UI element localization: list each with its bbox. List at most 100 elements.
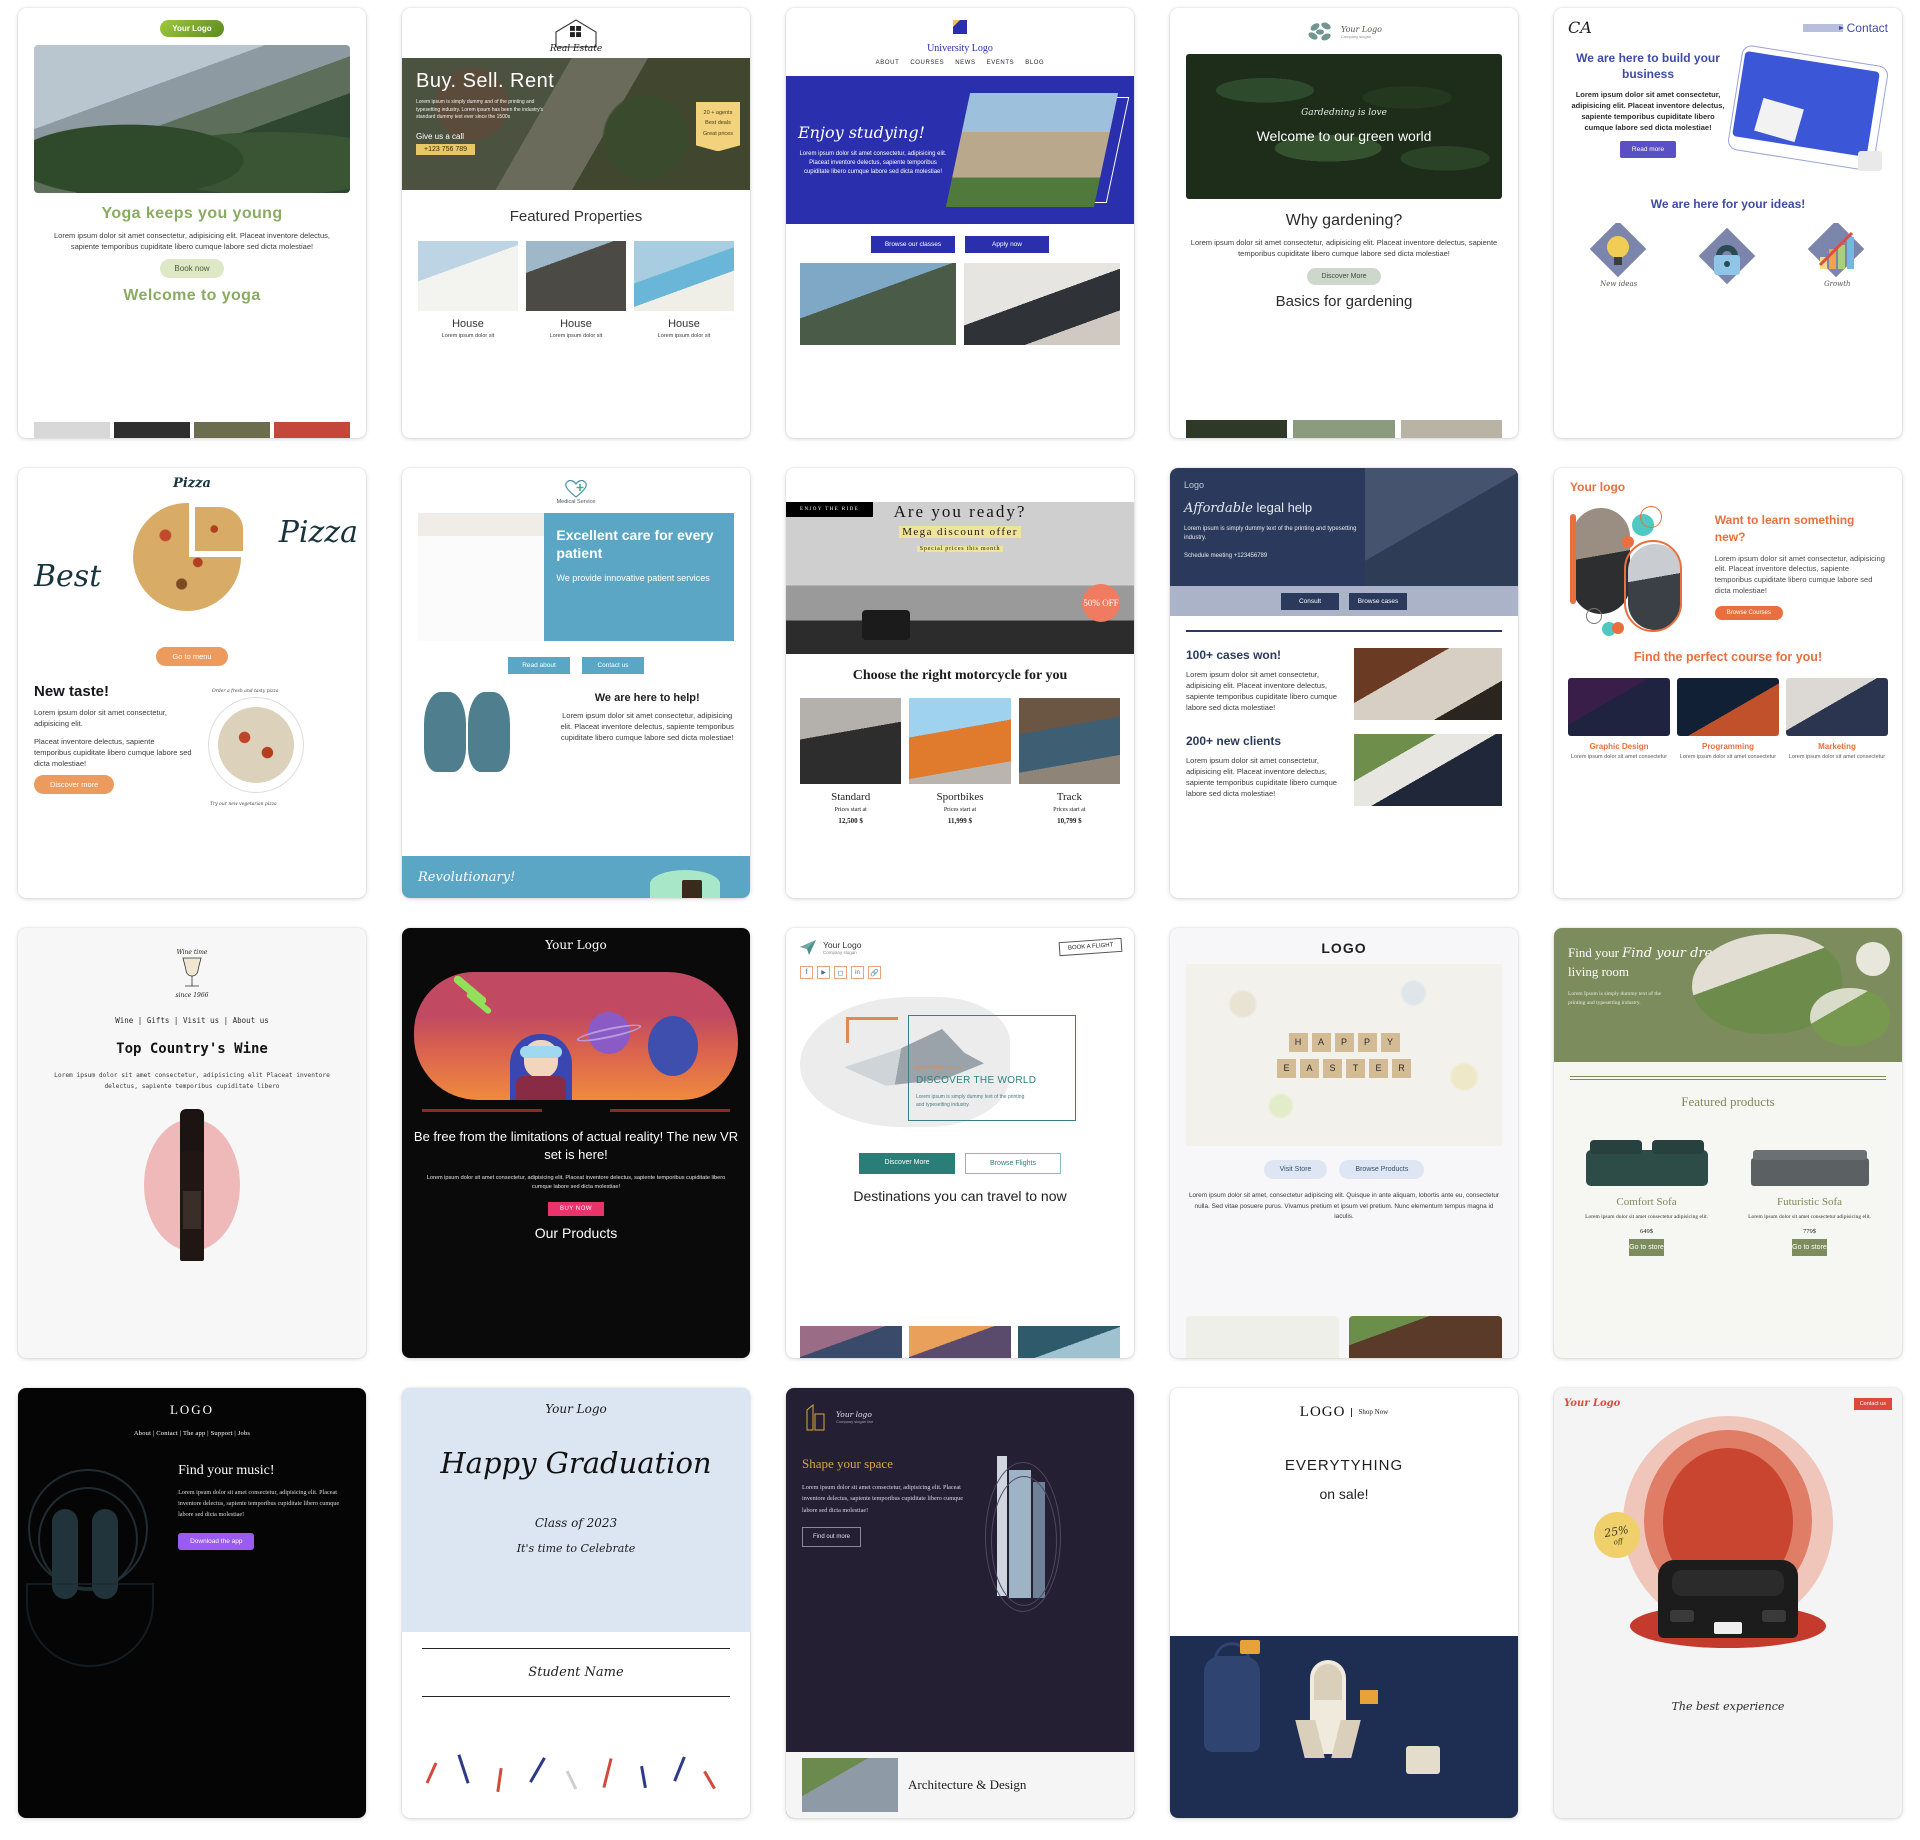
nav-item-news[interactable]: NEWS (955, 60, 975, 66)
headline: Be free from the limitations of actual r… (413, 1129, 739, 1163)
nav-bar[interactable]: About | Contact | The app | Support | Jo… (18, 1430, 366, 1437)
nav-item-about[interactable]: ABOUT (876, 60, 900, 66)
nav-bar[interactable]: ABOUT COURSES NEWS EVENTS BLOG (786, 60, 1134, 76)
social-links[interactable]: f ▶ ◻ in 🔗 (786, 956, 1134, 979)
student-name-field[interactable]: Student Name (422, 1665, 730, 1680)
template-card-gardening[interactable]: Your Logo Company slogan Gardedning is l… (1170, 8, 1518, 438)
template-card-courses[interactable]: Your logo Want to learn something new? L… (1554, 468, 1902, 898)
template-card-car[interactable]: Your Logo Contact us 25% off The best ex… (1554, 1388, 1902, 1818)
go-to-menu-button[interactable]: Go to menu (156, 647, 228, 666)
nav-item-courses[interactable]: COURSES (910, 60, 944, 66)
nav-item-gifts[interactable]: Gifts (147, 1016, 170, 1025)
template-card-university[interactable]: University Logo ABOUT COURSES NEWS EVENT… (786, 8, 1134, 438)
consult-button[interactable]: Consult (1281, 592, 1339, 610)
building-logo-icon (806, 1403, 825, 1431)
template-card-pizza[interactable]: Pizza Best Pizza Go to menu New taste! L… (18, 468, 366, 898)
nav-bar[interactable]: Wine | Gifts | Visit us | About us (18, 1016, 366, 1025)
stat-body: Lorem ipsum dolor sit amet consectetur, … (1186, 670, 1337, 712)
product-item[interactable]: Track Prices start at 10,799 $ (1018, 698, 1120, 825)
nav-item-about[interactable]: About (134, 1430, 151, 1437)
word-left: Best (34, 559, 102, 594)
template-card-graduation[interactable]: Your Logo Happy Graduation Class of 2023… (402, 1388, 750, 1818)
download-app-button[interactable]: Download the app (178, 1532, 255, 1550)
confetti-image (402, 1752, 750, 1818)
apply-now-button[interactable]: Apply now (965, 236, 1049, 253)
product-item[interactable]: Programming Lorem ipsum dolor sit amet c… (1677, 678, 1779, 762)
stat-title: 100+ cases won! (1186, 648, 1282, 662)
browse-cases-button[interactable]: Browse cases (1349, 592, 1407, 610)
discover-more-button[interactable]: Discover More (859, 1153, 955, 1174)
template-card-wine[interactable]: Wine time since 1966 Wine | Gifts | Visi… (18, 928, 366, 1358)
template-card-furniture[interactable]: Find your Find your dream living room Lo… (1554, 928, 1902, 1358)
template-card-ca-business[interactable]: CA Contact We are here to build your bus… (1554, 8, 1902, 438)
product-item[interactable]: Futuristic Sofa Lorem ipsum dolor sit am… (1733, 1124, 1886, 1256)
product-item[interactable]: Marketing Lorem ipsum dolor sit amet con… (1786, 678, 1888, 762)
browse-flights-button[interactable]: Browse Flights (965, 1153, 1061, 1174)
phone-number[interactable]: +123 756 789 (416, 143, 476, 155)
linkedin-icon[interactable]: in (851, 966, 864, 979)
nav-item-contact[interactable]: Contact (156, 1430, 178, 1437)
go-to-store-button[interactable]: Go to store (1792, 1238, 1827, 1256)
template-card-vr[interactable]: Your Logo Be free from the limitations o… (402, 928, 750, 1358)
template-card-yoga[interactable]: Your Logo Yoga keeps you young Lorem ips… (18, 8, 366, 438)
contact-link[interactable]: Contact (1847, 21, 1888, 35)
discover-more-button[interactable]: Discover more (34, 775, 115, 795)
nav-item-about-us[interactable]: About us (233, 1016, 269, 1025)
book-now-button[interactable]: Book now (160, 258, 224, 278)
nav-item-jobs[interactable]: Jobs (238, 1430, 250, 1437)
product-price: 649$ (1640, 1227, 1653, 1235)
template-card-real-estate[interactable]: Real Estate Buy. Sell. Rent Lorem ipsum … (402, 8, 750, 438)
product-item[interactable]: House Lorem ipsum dolor sit (418, 241, 518, 341)
instagram-icon[interactable]: ◻ (834, 966, 847, 979)
hero-banner: Enjoy studying! Lorem ipsum dolor sit am… (786, 76, 1134, 224)
template-card-architecture[interactable]: Your logo Company slogan line Shape your… (786, 1388, 1134, 1818)
contact-us-button[interactable]: Contact us (582, 657, 644, 674)
product-image (634, 241, 734, 311)
book-a-flight-button[interactable]: BOOK A FLIGHT (1058, 937, 1123, 957)
product-item[interactable]: Sportbikes Prices start at 11,999 $ (909, 698, 1011, 825)
nav-item-blog[interactable]: BLOG (1025, 60, 1044, 66)
body-text: Lorem ipsum is simply dummy and of the p… (416, 99, 544, 120)
product-item[interactable]: Graphic Design Lorem ipsum dolor sit ame… (1568, 678, 1670, 762)
pizza-thumb (218, 707, 294, 783)
template-card-travel[interactable]: Your Logo Company slogan BOOK A FLIGHT f… (786, 928, 1134, 1358)
product-item[interactable]: Standard Prices start at 12,500 $ (800, 698, 902, 825)
nav-item-events[interactable]: EVENTS (987, 60, 1015, 66)
icon-label: Growth (1824, 280, 1851, 288)
browse-products-button[interactable]: Browse Products (1339, 1160, 1425, 1179)
nav-item-wine[interactable]: Wine (115, 1016, 133, 1025)
product-item[interactable]: Comfort Sofa Lorem ipsum dolor sit amet … (1570, 1124, 1723, 1256)
headline: Shape your space (802, 1456, 893, 1471)
template-card-easter[interactable]: LOGO H A P P Y E A S T E R Visit Store B… (1170, 928, 1518, 1358)
nav-item-the-app[interactable]: The app (183, 1430, 206, 1437)
buy-now-button[interactable]: BUY NOW (547, 1202, 605, 1217)
template-card-legal[interactable]: Logo Affordable legal help Lorem ipsum i… (1170, 468, 1518, 898)
logo: Your Logo (1564, 1398, 1621, 1409)
read-about-button[interactable]: Read about (508, 657, 570, 674)
browse-classes-button[interactable]: Browse our classes (871, 236, 955, 253)
facebook-icon[interactable]: f (800, 966, 813, 979)
wine-glass-logo-icon: Wine time since 1966 (176, 949, 209, 999)
visit-store-button[interactable]: Visit Store (1263, 1160, 1328, 1179)
go-to-store-button[interactable]: Go to store (1629, 1238, 1664, 1256)
contact-us-button[interactable]: Contact us (1853, 1398, 1892, 1410)
logo: Your Logo (823, 939, 862, 950)
product-item[interactable]: House Lorem ipsum dolor sit (526, 241, 626, 341)
read-more-button[interactable]: Read more (1619, 140, 1677, 158)
heart-plus-icon (565, 479, 587, 498)
link-icon[interactable]: 🔗 (868, 966, 881, 979)
template-card-music[interactable]: LOGO About | Contact | The app | Support… (18, 1388, 366, 1818)
youtube-icon[interactable]: ▶ (817, 966, 830, 979)
section-title: Architecture & Design (908, 1776, 1027, 1792)
product-item[interactable]: House Lorem ipsum dolor sit (634, 241, 734, 341)
template-card-medical[interactable]: Medical Service Excellent care for every… (402, 468, 750, 898)
nav-item-support[interactable]: Support (211, 1430, 233, 1437)
browse-courses-button[interactable]: Browse Courses (1714, 606, 1783, 621)
template-card-motorcycle[interactable]: ENJOY THE RIDE Are you ready? Mega disco… (786, 468, 1134, 898)
template-card-shop[interactable]: LOGO Shop Now EVERYTYHING on sale! (1170, 1388, 1518, 1818)
product-image (1018, 698, 1120, 784)
find-out-more-button[interactable]: Find out more (802, 1527, 862, 1548)
nav-item-visit-us[interactable]: Visit us (183, 1016, 219, 1025)
product-price: 12,500 $ (838, 817, 863, 825)
discover-more-button[interactable]: Discover More (1307, 267, 1381, 285)
